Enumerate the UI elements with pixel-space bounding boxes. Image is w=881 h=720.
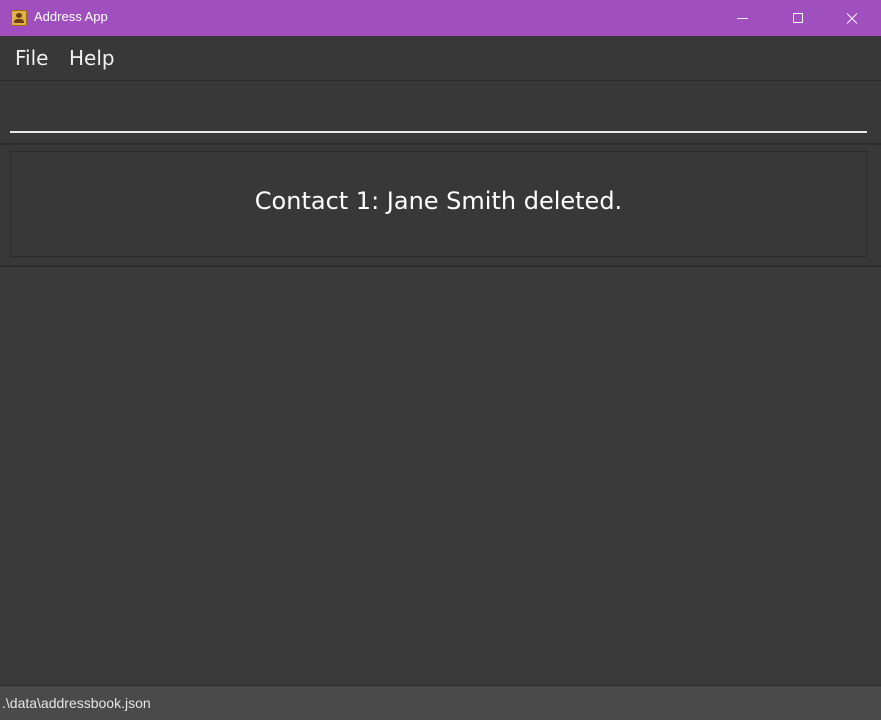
save-location-label: .\data\addressbook.json xyxy=(2,695,151,711)
contact-list-panel[interactable] xyxy=(0,267,881,685)
address-book-icon xyxy=(11,10,27,26)
result-message: Contact 1: Jane Smith deleted. xyxy=(254,187,623,215)
maximize-icon xyxy=(793,13,803,23)
minimize-icon xyxy=(736,17,748,19)
minimize-button[interactable] xyxy=(719,0,765,36)
close-button[interactable] xyxy=(829,0,875,36)
menu-help[interactable]: Help xyxy=(69,46,115,70)
window-title: Address App xyxy=(34,9,108,24)
command-box-placeholder xyxy=(0,81,881,143)
menu-file[interactable]: File xyxy=(15,46,48,70)
result-display: Contact 1: Jane Smith deleted. xyxy=(10,151,867,257)
command-input[interactable] xyxy=(10,89,867,133)
title-bar[interactable]: Address App xyxy=(0,0,881,36)
result-display-placeholder: Contact 1: Jane Smith deleted. xyxy=(0,145,881,265)
app-window: Address App File Help Contact 1: Jane Sm… xyxy=(0,0,881,720)
close-icon xyxy=(846,12,858,24)
status-bar: .\data\addressbook.json xyxy=(0,685,881,720)
menu-bar: File Help xyxy=(0,36,881,81)
maximize-button[interactable] xyxy=(775,0,821,36)
